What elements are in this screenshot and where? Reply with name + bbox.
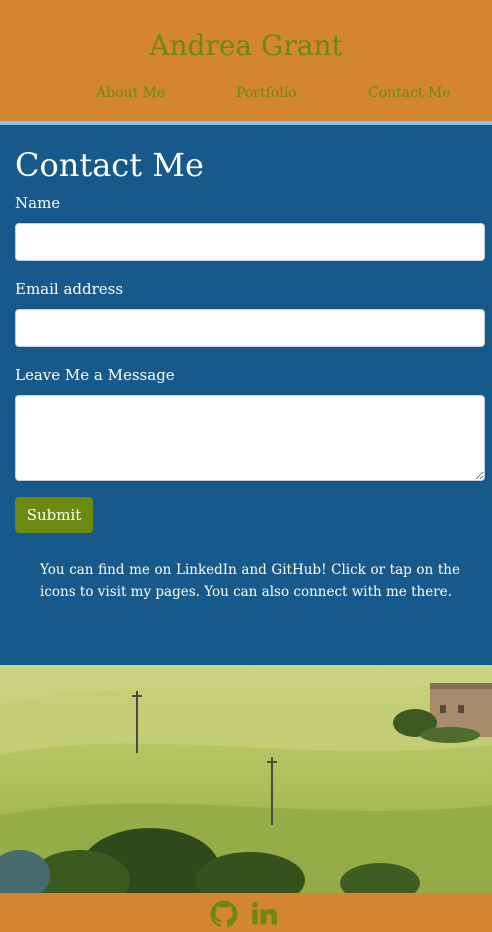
linkedin-link[interactable]: [250, 900, 278, 928]
message-label: Leave Me a Message: [15, 366, 175, 384]
github-icon: [210, 900, 238, 927]
name-input[interactable]: [15, 223, 485, 261]
name-label: Name: [15, 194, 61, 212]
site-title: Andrea Grant: [149, 29, 343, 62]
contact-section: Contact Me Name Email address Leave Me a…: [0, 125, 492, 665]
site-header: Andrea Grant About Me Portfolio Contact …: [0, 0, 492, 125]
page: Andrea Grant About Me Portfolio Contact …: [0, 0, 492, 932]
email-input[interactable]: [15, 309, 485, 347]
linkedin-icon: [252, 902, 277, 925]
nav-link-portfolio[interactable]: Portfolio: [236, 83, 297, 103]
email-label: Email address: [15, 280, 124, 298]
message-textarea[interactable]: [15, 395, 485, 481]
site-footer: [0, 893, 492, 932]
github-link[interactable]: [210, 900, 238, 928]
social-note: You can find me on LinkedIn and GitHub! …: [40, 562, 460, 600]
landscape-illustration: [0, 665, 492, 893]
page-heading: Contact Me: [15, 146, 204, 184]
nav-link-contact-me[interactable]: Contact Me: [368, 83, 451, 103]
landscape-image: [0, 665, 492, 893]
nav-link-about-me[interactable]: About Me: [96, 83, 165, 103]
main-nav: About Me Portfolio Contact Me: [0, 83, 492, 103]
submit-button[interactable]: Submit: [15, 497, 93, 533]
